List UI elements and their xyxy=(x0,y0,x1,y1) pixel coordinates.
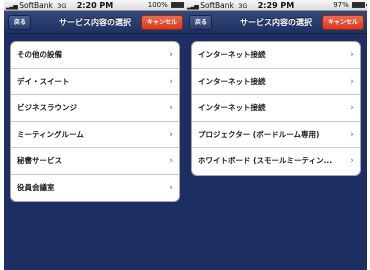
right-screen: ▂▃▅ SoftBank 3G 2:29 PM 97% 戻る サービス内容の選択… xyxy=(185,0,367,270)
battery-fill xyxy=(172,3,183,7)
list-item-label: インターネット接続 xyxy=(198,76,266,86)
service-list: その他の設備 › デイ・スイート › ビジネスラウンジ › ミーティングルーム › 秘書… xyxy=(10,41,180,202)
battery-fill xyxy=(353,3,364,7)
battery-status: 100% xyxy=(147,0,186,11)
list-item-label: 役員会議室 xyxy=(17,182,55,192)
list-item-label: インターネット接続 xyxy=(198,103,266,112)
list-item-label: ミーティングルーム xyxy=(17,129,84,139)
list-item-label: インターネット接続 xyxy=(198,50,266,59)
chevron-right-icon: › xyxy=(169,76,173,87)
list-item-label: デイ・スイート xyxy=(17,76,70,86)
nav-bar: 戻る サービス内容の選択 キャンセル xyxy=(4,11,186,34)
list-item[interactable]: インターネット接続 › xyxy=(192,95,360,122)
cancel-button[interactable]: キャンセル xyxy=(321,15,364,30)
list-item-label: ビジネスラウンジ xyxy=(17,103,77,112)
battery-percent: 97% xyxy=(333,1,349,9)
chevron-right-icon: › xyxy=(350,156,354,166)
chevron-right-icon: › xyxy=(169,50,173,60)
chevron-right-icon: › xyxy=(169,182,173,193)
battery-percent: 100% xyxy=(147,1,168,9)
list-item-label: その他の設備 xyxy=(17,50,62,59)
status-bar: ▂▃▅ SoftBank 3G 2:29 PM 97% xyxy=(185,0,367,11)
chevron-right-icon: › xyxy=(350,50,354,60)
list-item-label: プロジェクター (ボードルーム専用) xyxy=(198,129,320,139)
list-item[interactable]: インターネット接続 › xyxy=(192,42,360,69)
battery-status: 97% xyxy=(333,0,367,11)
list-item-label: 秘書サービス xyxy=(17,156,62,165)
chevron-right-icon: › xyxy=(169,156,173,166)
list-item[interactable]: その他の設備 › xyxy=(11,42,179,69)
chevron-right-icon: › xyxy=(350,76,354,87)
service-list: インターネット接続 › インターネット接続 › インターネット接続 › プロジェクター… xyxy=(191,41,361,176)
list-item[interactable]: プロジェクター (ボードルーム専用) › xyxy=(192,122,360,148)
list-item[interactable]: ビジネスラウンジ › xyxy=(11,95,179,122)
left-screen: ▂▃▅ SoftBank 3G 2:20 PM 100% 戻る サービス内容の選… xyxy=(4,0,186,270)
list-item[interactable]: 役員会議室 › xyxy=(11,175,179,202)
list-item[interactable]: ミーティングルーム › xyxy=(11,122,179,148)
chevron-right-icon: › xyxy=(350,129,354,140)
list-item-label: ホワイトボード (スモールミーティン... xyxy=(198,156,333,165)
chevron-right-icon: › xyxy=(169,129,173,140)
chevron-right-icon: › xyxy=(169,103,173,113)
list-item[interactable]: 秘書サービス › xyxy=(11,148,179,175)
battery-icon xyxy=(352,2,367,8)
nav-bar: 戻る サービス内容の選択 キャンセル xyxy=(185,11,367,34)
battery-icon xyxy=(171,2,186,8)
list-item[interactable]: デイ・スイート › xyxy=(11,69,179,95)
list-item[interactable]: ホワイトボード (スモールミーティン... › xyxy=(192,148,360,175)
list-item[interactable]: インターネット接続 › xyxy=(192,69,360,95)
status-bar: ▂▃▅ SoftBank 3G 2:20 PM 100% xyxy=(4,0,186,11)
chevron-right-icon: › xyxy=(350,103,354,113)
cancel-button[interactable]: キャンセル xyxy=(140,15,183,30)
